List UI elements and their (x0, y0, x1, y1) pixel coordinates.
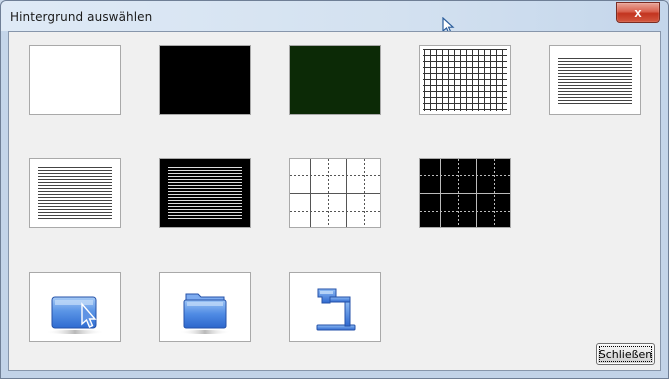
document-camera-tile[interactable] (289, 272, 381, 342)
close-icon: x (634, 5, 642, 20)
window-title: Hintergrund auswählen (10, 10, 153, 24)
background-grid-tile[interactable] (419, 45, 511, 115)
folder-icon (179, 293, 231, 334)
screen-capture-tile[interactable] (29, 272, 121, 342)
dotted-grid-icon (290, 159, 380, 227)
blank-white-icon (30, 46, 120, 114)
background-picker-panel: Schließen (8, 31, 661, 371)
background-lines-black-tile[interactable] (159, 158, 251, 228)
close-dialog-button[interactable]: Schließen (596, 343, 655, 365)
open-folder-tile[interactable] (159, 272, 251, 342)
background-dotted-grid-white-tile[interactable] (289, 158, 381, 228)
blank-green-icon (290, 46, 380, 114)
blank-black-icon (160, 46, 250, 114)
dotted-grid-on-black-icon (420, 159, 510, 227)
screen-with-cursor-icon (45, 296, 105, 334)
background-green-tile[interactable] (289, 45, 381, 115)
background-dotted-grid-black-tile[interactable] (419, 158, 511, 228)
ruled-lines-icon (38, 167, 112, 219)
title-bar[interactable]: Hintergrund auswählen x (1, 1, 668, 31)
window-close-button[interactable]: x (616, 2, 660, 23)
background-lines-narrow-tile[interactable] (549, 45, 641, 115)
ruled-lines-icon (558, 58, 632, 104)
square-grid-icon (423, 49, 507, 111)
dialog-window: Hintergrund auswählen x Schließen (0, 0, 669, 379)
background-lines-wide-tile[interactable] (29, 158, 121, 228)
ruled-lines-on-black-icon (160, 159, 250, 227)
background-white-tile[interactable] (29, 45, 121, 115)
background-black-tile[interactable] (159, 45, 251, 115)
document-camera-icon (316, 288, 356, 331)
